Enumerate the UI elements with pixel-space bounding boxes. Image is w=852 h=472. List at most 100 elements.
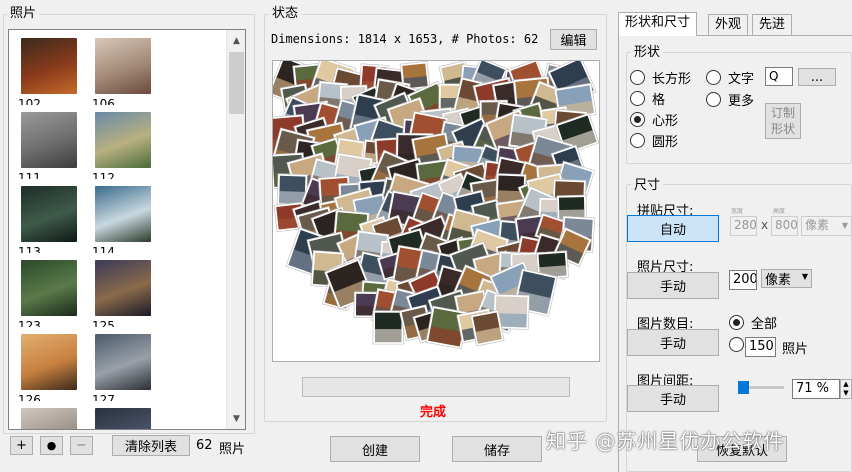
width-caption: 宽度 (731, 208, 744, 215)
shape-grid-option[interactable]: 格 (630, 89, 665, 108)
scroll-up-arrow-icon[interactable]: ▲ (228, 32, 245, 49)
spacing-manual-button[interactable]: 手动 (627, 385, 719, 412)
photo-thumbnail[interactable] (21, 260, 77, 316)
heart-radio[interactable] (630, 112, 645, 127)
photo-thumbnail-label: 125 (92, 320, 115, 327)
custom-shape-label: 订制 形状 (770, 106, 795, 136)
status-text: 完成 (420, 405, 447, 420)
tab-advanced[interactable]: 先进 (752, 14, 793, 35)
photos-group-title: 照片 (7, 6, 40, 21)
photo-thumbnail-label: 123 (18, 320, 41, 327)
shape-group-title: 形状 (631, 45, 664, 60)
custom-count-radio[interactable] (729, 337, 744, 352)
edit-button[interactable]: 编辑 (550, 29, 597, 50)
shape-more-option[interactable]: 更多 (706, 90, 754, 109)
dimensions-readout: Dimensions: 1814 x 1653, # Photos: 62 (271, 32, 539, 46)
remove-photo-button[interactable]: − (70, 436, 93, 455)
create-button[interactable]: 创建 (330, 436, 420, 462)
photo-thumbnail[interactable] (95, 408, 151, 429)
heart-collage (273, 61, 599, 350)
photo-size-unit-value: 像素 (765, 273, 792, 288)
shape-heart-option[interactable]: 心形 (630, 110, 678, 129)
text-label: 文字 (728, 72, 755, 87)
tab-shape-size[interactable]: 形状和尺寸 (618, 12, 698, 36)
scroll-down-arrow-icon[interactable]: ▼ (228, 410, 245, 427)
rectangle-radio[interactable] (630, 70, 645, 85)
photo-count-all-option[interactable]: 全部 (729, 313, 777, 332)
text-options-button[interactable]: ... (798, 68, 836, 86)
photo-count-unit: 照片 (782, 342, 809, 357)
photo-thumbnail[interactable] (95, 38, 151, 94)
photo-size-unit-select[interactable]: 像素 ▼ (761, 269, 812, 288)
photo-thumbnail-label: 111 (18, 172, 41, 179)
add-photo-button[interactable]: + (10, 436, 33, 455)
status-group-title: 状态 (269, 6, 302, 21)
collage-unit-select[interactable]: 像素 ▼ (801, 216, 852, 236)
collage-photo-tile (470, 309, 505, 347)
minus-icon: − (76, 438, 87, 453)
photo-thumbnail[interactable] (21, 408, 77, 429)
scrollbar-thumb[interactable] (229, 52, 244, 114)
collage-photo-tile (372, 310, 404, 345)
photo-thumbnail-label: 126 (18, 394, 41, 401)
photo-thumbnail[interactable] (95, 112, 151, 168)
circle-radio[interactable] (630, 133, 645, 148)
circle-label: 圆形 (652, 135, 679, 150)
grid-radio[interactable] (630, 91, 645, 106)
photo-count: 62 (196, 438, 213, 453)
grid-label: 格 (652, 93, 666, 108)
chevron-down-icon: ▼ (801, 272, 808, 281)
photo-list[interactable]: 102106111112113114123125126127128129 ▲ ▼ (8, 29, 246, 430)
shape-rectangle-option[interactable]: 长方形 (630, 68, 691, 87)
plus-icon: + (16, 438, 27, 453)
spin-down-icon[interactable]: ▼ (841, 389, 851, 398)
photo-count-custom-option[interactable] (729, 337, 744, 352)
collage-size-auto-button[interactable]: 自动 (627, 215, 719, 242)
globe-button[interactable]: ● (40, 436, 63, 455)
slider-thumb[interactable] (738, 381, 749, 394)
collage-unit-value: 像素 (805, 218, 830, 232)
save-button[interactable]: 储存 (452, 436, 542, 462)
photo-thumbnail-label: 106 (92, 98, 115, 105)
photo-thumbnail[interactable] (95, 186, 151, 242)
spacing-spinner[interactable]: ▲ ▼ (840, 379, 852, 399)
rectangle-label: 长方形 (652, 72, 692, 87)
collage-width-input[interactable]: 280 (730, 216, 757, 236)
collage-height-input[interactable]: 800 (771, 216, 798, 236)
spin-up-icon[interactable]: ▲ (841, 380, 851, 389)
photo-thumbnail[interactable] (95, 260, 151, 316)
globe-icon: ● (46, 439, 57, 452)
all-radio[interactable] (729, 315, 744, 330)
size-group-title: 尺寸 (631, 178, 664, 193)
times-sign: x (761, 218, 769, 232)
spacing-slider[interactable] (738, 378, 786, 396)
photo-thumbnail-label: 112 (92, 172, 115, 179)
photo-thumbnail-label: 114 (92, 246, 115, 253)
custom-shape-button[interactable]: 订制 形状 (765, 103, 801, 139)
photo-size-input[interactable]: 200 (729, 270, 757, 290)
photo-thumbnail-label: 113 (18, 246, 41, 253)
photo-thumbnail-label: 127 (92, 394, 115, 401)
more-radio[interactable] (706, 92, 721, 107)
photo-count-input[interactable]: 150 (745, 337, 776, 357)
photo-thumbnail[interactable] (21, 334, 77, 390)
shape-text-input[interactable]: Q (765, 67, 793, 86)
photo-thumbnail[interactable] (95, 334, 151, 390)
watermark: 知乎 @苏州星优办公软件 (546, 429, 785, 453)
tab-appearance[interactable]: 外观 (708, 14, 749, 35)
text-radio[interactable] (706, 70, 721, 85)
shape-text-option[interactable]: 文字 (706, 68, 754, 87)
photo-thumbnail[interactable] (21, 38, 77, 94)
photo-list-scrollbar[interactable]: ▲ ▼ (226, 30, 245, 429)
photo-thumbnail-label: 102 (18, 98, 41, 105)
clear-list-button[interactable]: 清除列表 (112, 435, 190, 456)
photo-thumbnail[interactable] (21, 186, 77, 242)
photo-thumbnail[interactable] (21, 112, 77, 168)
shape-circle-option[interactable]: 圆形 (630, 131, 678, 150)
spacing-input[interactable]: 71 % (792, 379, 840, 399)
chevron-down-icon: ▼ (841, 221, 848, 230)
progress-bar-fill (303, 378, 569, 396)
photo-size-manual-button[interactable]: 手动 (627, 272, 719, 299)
photo-count-unit: 照片 (219, 442, 246, 457)
photo-count-manual-button[interactable]: 手动 (627, 329, 719, 356)
